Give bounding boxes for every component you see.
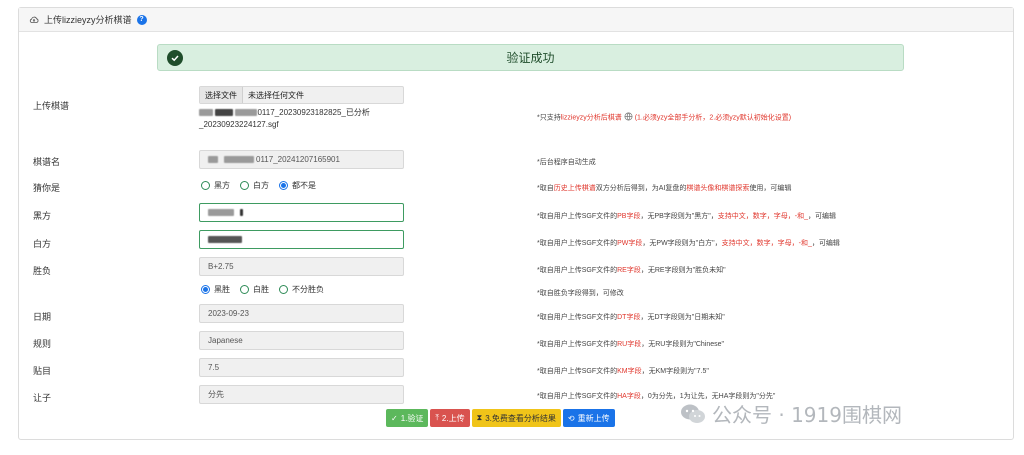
card-title: 上传lizzieyzy分析棋谱 <box>44 15 132 25</box>
result-radio-note: *取自胜负字段得到，可修改 <box>537 290 624 297</box>
refresh-icon: ⟲ <box>567 413 575 423</box>
result-radio-white-win[interactable]: 白胜 <box>240 284 269 295</box>
guess-radio-white[interactable]: 白方 <box>240 180 269 191</box>
record-name-note: *后台程序自动生成 <box>537 159 596 166</box>
globe-icon <box>624 112 633 123</box>
help-icon[interactable]: ? <box>136 14 147 25</box>
guess-radio-black[interactable]: 黑方 <box>201 180 230 191</box>
check-circle-icon <box>167 50 183 66</box>
white-note: *取自用户上传SGF文件的PW字段，无PW字段则为"白方"，支持中文，数字，字母… <box>537 240 840 247</box>
card-header: 上传lizzieyzy分析棋谱 ? <box>19 8 1013 32</box>
handicap-label: 让子 <box>33 393 52 403</box>
upload-note: *只支持lizzieyzy分析后棋谱 (1.必须yzy全部手分析，2.必须yzy… <box>537 112 791 123</box>
hourglass-icon: ⧗ <box>476 413 483 422</box>
verify-button[interactable]: ✓ 1.验证 <box>386 409 429 427</box>
rules-label: 规则 <box>33 339 52 349</box>
result-radio-black-win[interactable]: 黑胜 <box>201 284 230 295</box>
result-radio-draw[interactable]: 不分胜负 <box>279 284 324 295</box>
komi-field[interactable]: 7.5 <box>199 358 404 377</box>
reupload-button[interactable]: ⟲ 重新上传 <box>562 409 615 427</box>
guess-note: *取自历史上传棋谱双方分析后得到，为AI复盘的棋谱头像和棋谱探索使用，可编辑 <box>537 185 792 192</box>
rules-field[interactable]: Japanese <box>199 331 404 350</box>
white-label: 白方 <box>33 239 52 249</box>
white-player-input[interactable] <box>199 230 404 249</box>
no-file-text: 未选择任何文件 <box>248 90 304 100</box>
komi-note: *取自用户上传SGF文件的KM字段，无KM字段则为"7.5" <box>537 368 709 375</box>
komi-label: 贴目 <box>33 366 52 376</box>
result-label: 胜负 <box>33 266 52 276</box>
watermark: 公众号 · 1919围棋网 <box>680 399 902 428</box>
rules-note: *取自用户上传SGF文件的RU字段，无RU字段则为"Chinese" <box>537 341 725 348</box>
view-results-button[interactable]: ⧗ 3.免费查看分析结果 <box>471 409 561 427</box>
guess-radio-neither[interactable]: 都不是 <box>279 180 316 191</box>
check-icon: ✓ <box>391 413 398 423</box>
record-name-field[interactable]: 0117_20241207165901 <box>199 150 404 169</box>
guess-radio-group: 黑方 白方 都不是 <box>201 180 326 191</box>
banner-text: 验证成功 <box>506 51 555 65</box>
success-banner: 验证成功 <box>157 44 904 71</box>
record-name-label: 棋谱名 <box>33 157 61 167</box>
choose-file-button[interactable]: 选择文件 <box>200 87 243 103</box>
upload-card: 上传lizzieyzy分析棋谱 ? <box>18 7 1014 440</box>
guess-label: 猜你是 <box>33 183 61 193</box>
black-label: 黑方 <box>33 211 52 221</box>
file-input[interactable]: 选择文件 未选择任何文件 <box>199 86 404 104</box>
result-note: *取自用户上传SGF文件的RE字段，无RE字段则为"胜负未知" <box>537 267 726 274</box>
date-note: *取自用户上传SGF文件的DT字段，无DT字段则为"日期未知" <box>537 314 725 321</box>
upload-label: 上传棋谱 <box>33 101 70 111</box>
upload-icon: ⤒ <box>435 413 439 422</box>
date-field[interactable]: 2023-09-23 <box>199 304 404 323</box>
wechat-icon <box>681 404 705 423</box>
upload-button[interactable]: ⤒ 2.上传 <box>430 409 470 427</box>
uploaded-filename: 0117_20230923182825_已分析 _20230923224127.… <box>199 108 370 129</box>
handicap-field[interactable]: 分先 <box>199 385 404 404</box>
result-field[interactable]: B+2.75 <box>199 257 404 276</box>
action-buttons: ✓ 1.验证 ⤒ 2.上传 ⧗ 3.免费查看分析结果 ⟲ 重新上传 <box>386 409 615 427</box>
cloud-upload-icon <box>29 15 39 25</box>
result-radio-group: 黑胜 白胜 不分胜负 <box>201 284 334 295</box>
black-note: *取自用户上传SGF文件的PB字段，无PB字段则为"黑方"，支持中文，数字，字母… <box>537 213 837 220</box>
black-player-input[interactable] <box>199 203 404 222</box>
date-label: 日期 <box>33 312 52 322</box>
